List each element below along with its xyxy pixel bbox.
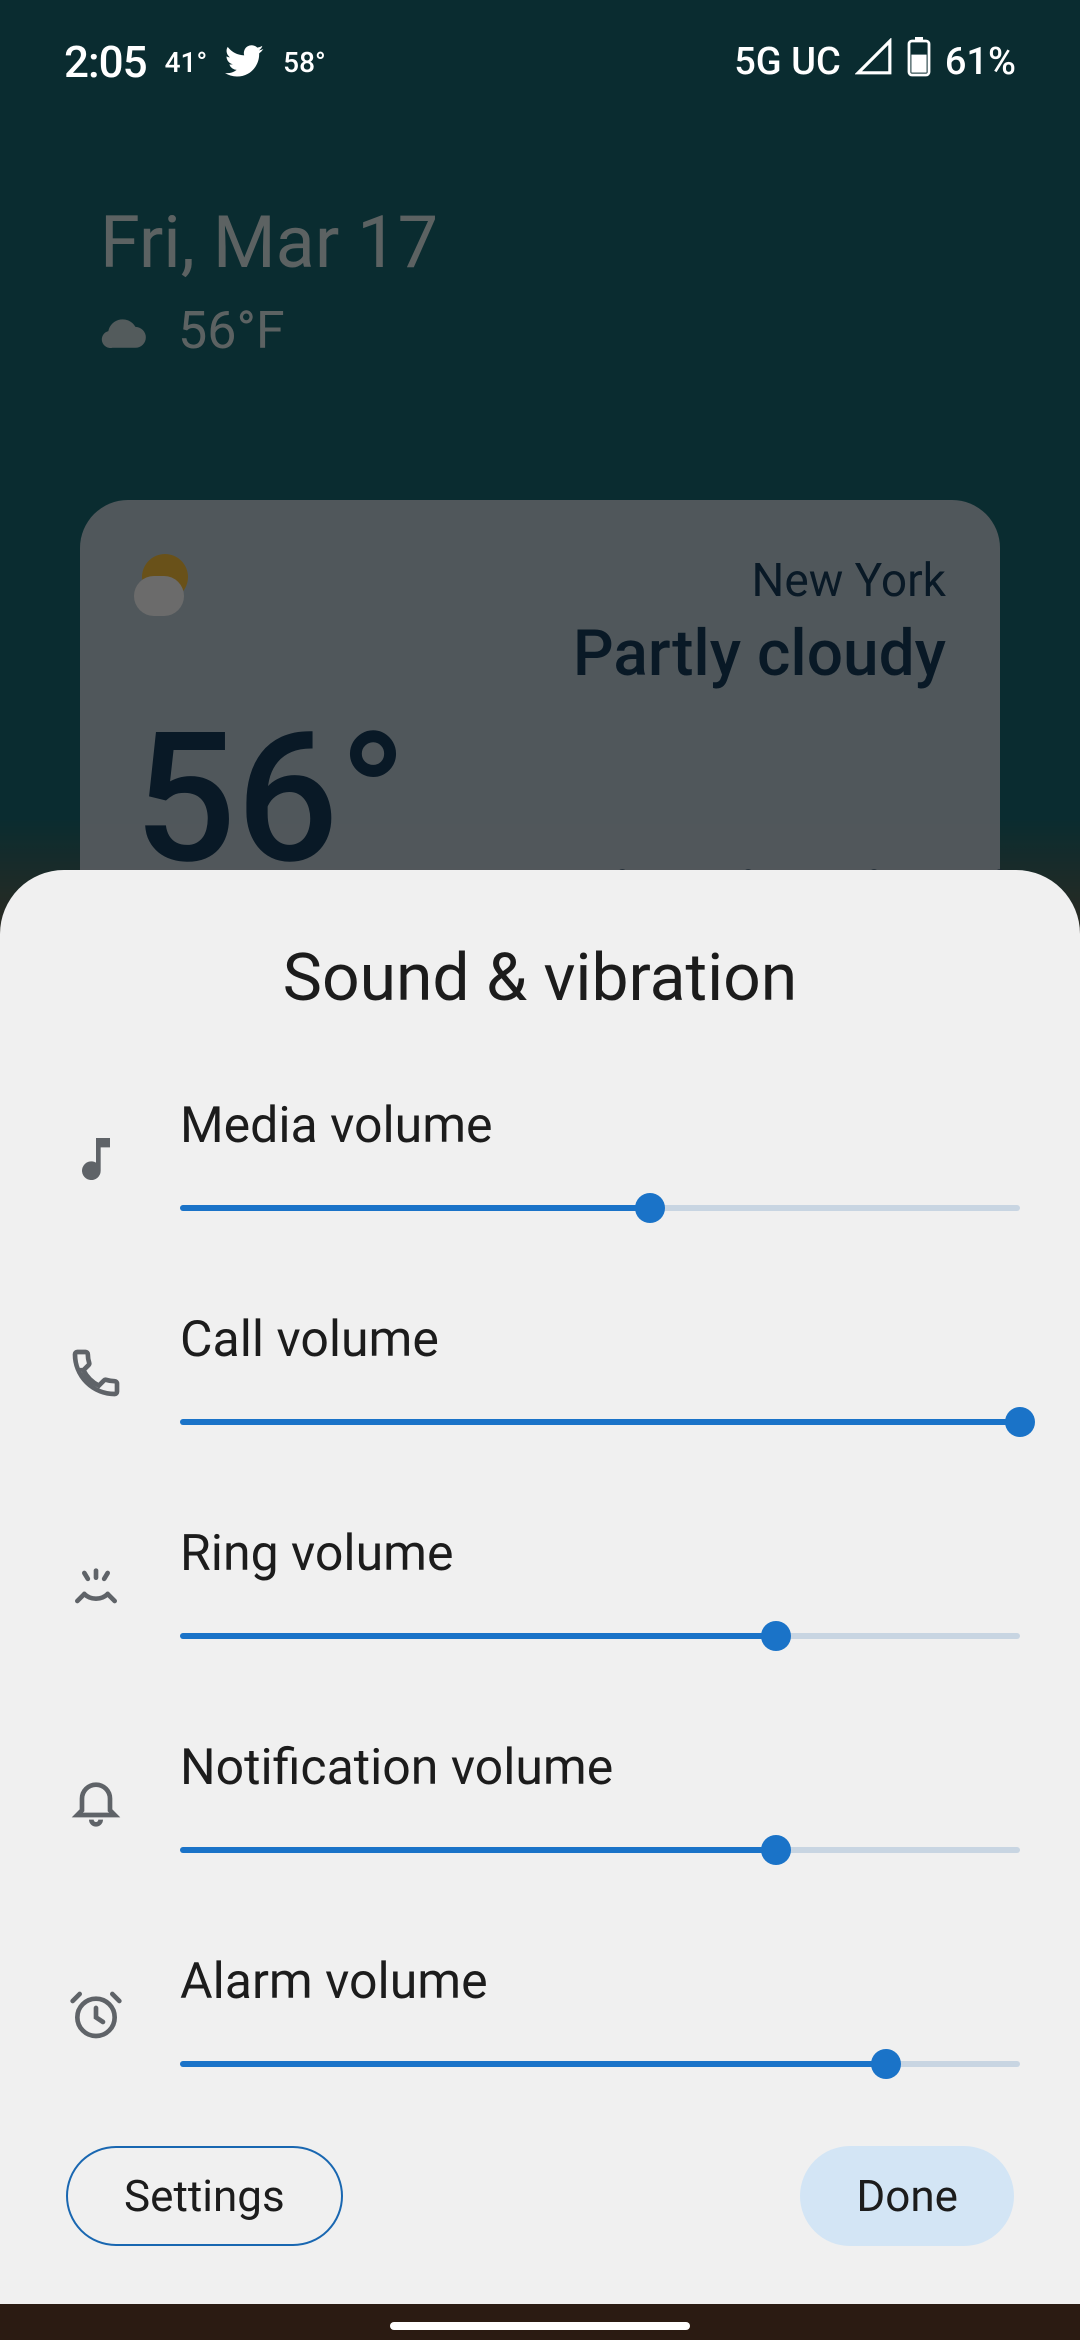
- media-volume-row: Media volume: [60, 1097, 1020, 1221]
- notification-volume-label: Notification volume: [180, 1739, 1020, 1797]
- alarm-icon: [60, 1979, 132, 2051]
- alarm-volume-row: Alarm volume: [60, 1953, 1020, 2077]
- sound-vibration-sheet: Sound & vibration Media volume Call volu…: [0, 870, 1080, 2340]
- notification-volume-row: Notification volume: [60, 1739, 1020, 1863]
- ring-icon: [60, 1551, 132, 1623]
- bell-icon: [60, 1765, 132, 1837]
- twitter-icon: [225, 45, 265, 79]
- done-button[interactable]: Done: [800, 2146, 1014, 2246]
- alarm-volume-slider[interactable]: [180, 2049, 1020, 2077]
- phone-icon: [60, 1337, 132, 1409]
- signal-icon: [855, 38, 893, 86]
- network-label: 5G UC: [734, 40, 841, 84]
- battery-percent: 61%: [945, 40, 1016, 84]
- alarm-volume-label: Alarm volume: [180, 1953, 1020, 2011]
- call-volume-row: Call volume: [60, 1311, 1020, 1435]
- status-time: 2:05: [64, 36, 147, 88]
- settings-button[interactable]: Settings: [66, 2146, 343, 2246]
- battery-icon: [907, 37, 931, 87]
- status-bar: 2:05 41° 58° 5G UC 61%: [0, 30, 1080, 94]
- notification-volume-slider[interactable]: [180, 1835, 1020, 1863]
- media-volume-label: Media volume: [180, 1097, 1020, 1155]
- nav-handle[interactable]: [390, 2322, 690, 2330]
- system-navbar: [0, 2304, 1080, 2340]
- ring-volume-slider[interactable]: [180, 1621, 1020, 1649]
- ring-volume-label: Ring volume: [180, 1525, 1020, 1583]
- call-volume-label: Call volume: [180, 1311, 1020, 1369]
- ring-volume-row: Ring volume: [60, 1525, 1020, 1649]
- call-volume-slider[interactable]: [180, 1407, 1020, 1435]
- media-volume-slider[interactable]: [180, 1193, 1020, 1221]
- status-weather-1: 41°: [165, 46, 208, 79]
- status-weather-2: 58°: [283, 46, 326, 79]
- sheet-title: Sound & vibration: [60, 940, 1020, 1017]
- music-note-icon: [60, 1123, 132, 1195]
